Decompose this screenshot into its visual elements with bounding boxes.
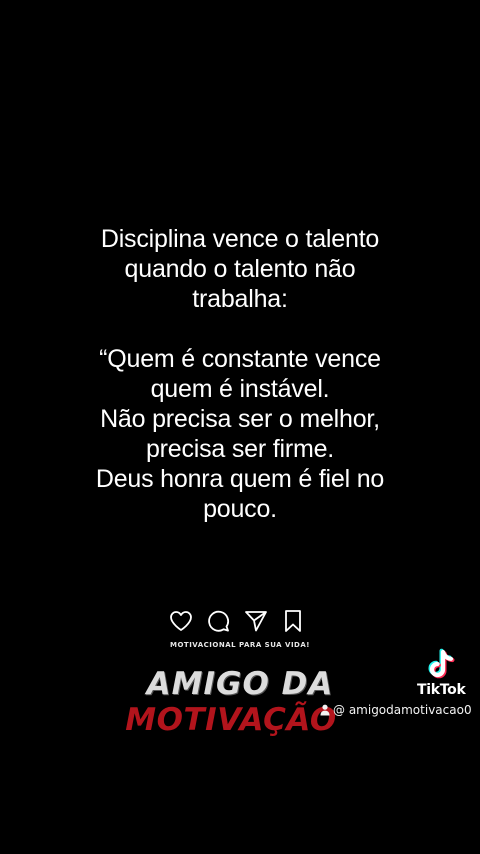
- tiktok-logo-icon: [426, 646, 462, 682]
- quote-body-line-1: “Quem é constante vence: [99, 345, 381, 373]
- quote-text: Disciplina vence o talento quando o tale…: [0, 224, 480, 524]
- quote-heading-line-2: quando o talento não: [124, 255, 356, 283]
- user-icon: [320, 704, 330, 716]
- quote-body-line-6: pouco.: [203, 495, 277, 523]
- creator-handle: @ amigodamotivacao0: [320, 703, 472, 717]
- send-icon: [243, 608, 269, 634]
- quote-spacer: [0, 314, 480, 344]
- quote-body-line-4: precisa ser firme.: [145, 435, 335, 463]
- post-action-row: [168, 607, 306, 635]
- quote-body-line-5: Deus honra quem é fiel no: [95, 465, 385, 493]
- comment-icon: [205, 608, 231, 634]
- heart-icon: [168, 608, 194, 634]
- brand-logo-line-1: AMIGO DA: [146, 666, 334, 702]
- quote-body-line-3: Não precisa ser o melhor,: [100, 405, 380, 433]
- quote-heading-line-1: Disciplina vence o talento: [100, 225, 380, 253]
- bookmark-icon: [280, 608, 306, 634]
- quote-heading-line-3: trabalha:: [192, 285, 288, 313]
- tiktok-wordmark: TikTok: [417, 682, 466, 698]
- quote-body-line-2: quem é instável.: [150, 375, 330, 403]
- creator-handle-text: @ amigodamotivacao0: [333, 703, 472, 717]
- brand-tagline: MOTIVACIONAL PARA SUA VIDA!: [170, 641, 310, 649]
